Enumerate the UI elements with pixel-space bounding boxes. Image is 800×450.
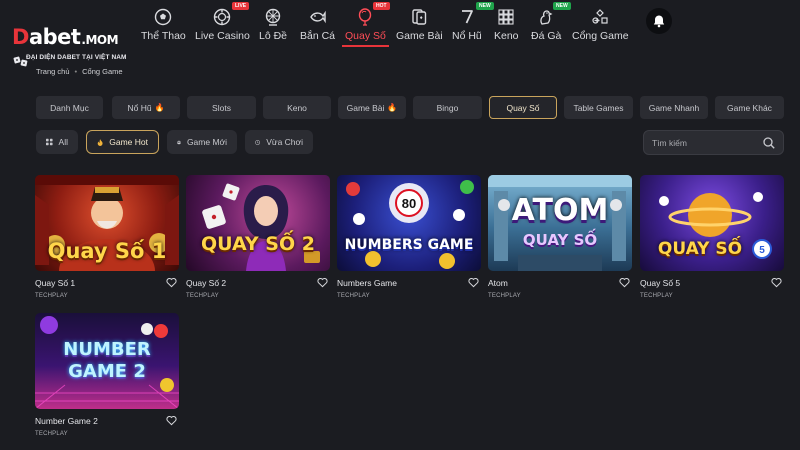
game-provider: TECHPLAY <box>640 293 673 299</box>
game-provider: TECHPLAY <box>35 293 68 299</box>
game-card: Quay Số 1 Quay Số 1 TECHPLAY <box>35 175 179 299</box>
gamepad-icon <box>592 9 608 24</box>
heart-icon[interactable] <box>317 277 328 288</box>
game-provider: TECHPLAY <box>35 431 68 437</box>
nav-item-cong-game[interactable]: Cổng Game <box>572 4 629 44</box>
svg-text:80: 80 <box>402 196 416 211</box>
game-thumbnail[interactable]: QUAY SỐ 2 <box>186 175 330 271</box>
notification-button[interactable] <box>646 8 672 34</box>
game-provider: TECHPLAY <box>186 293 219 299</box>
balloon-icon <box>359 8 372 26</box>
flame-icon <box>97 138 103 146</box>
nav-item-the-thao[interactable]: Thể Thao <box>141 4 186 44</box>
fire-icon: 🔥 <box>154 103 165 112</box>
slot-seven-icon <box>461 10 473 24</box>
game-art-subtitle: QUAY SỐ <box>522 231 598 249</box>
game-thumbnail[interactable]: Quay Số 1 <box>35 175 179 271</box>
game-thumbnail[interactable]: 80 NUMBERS GAME <box>337 175 481 271</box>
tab-slots[interactable]: Slots <box>187 96 256 119</box>
game-thumbnail[interactable]: 5 QUAY SỐ <box>640 175 784 271</box>
heart-icon[interactable] <box>771 277 782 288</box>
nav-item-no-hu[interactable]: NEW Nổ Hũ <box>452 2 494 44</box>
game-name[interactable]: Number Game 2 <box>35 416 98 426</box>
game-card: QUAY SỐ 2 Quay Số 2 TECHPLAY <box>186 175 330 299</box>
game-name[interactable]: Quay Số 2 <box>186 278 226 288</box>
tab-quay-so[interactable]: Quay Số <box>489 96 557 119</box>
nav-item-ban-ca[interactable]: Bắn Cá <box>300 4 335 44</box>
tab-keno[interactable]: Keno <box>263 96 331 119</box>
hot-badge: HOT <box>373 2 390 10</box>
filter-vua-choi[interactable]: Vừa Chơi <box>245 130 313 154</box>
tab-game-khac[interactable]: Game Khác <box>715 96 784 119</box>
filter-game-hot[interactable]: Game Hot <box>86 130 159 154</box>
nav-item-da-ga[interactable]: NEW Đá Gà <box>531 2 571 44</box>
new-badge: NEW <box>476 2 494 10</box>
new-badge: NEW <box>553 2 571 10</box>
heart-icon[interactable] <box>166 415 177 426</box>
nav-item-keno[interactable]: Keno <box>494 4 519 44</box>
tab-game-nhanh[interactable]: Game Nhanh <box>640 96 708 119</box>
game-card: ATOM QUAY SỐ Atom TECHPLAY <box>488 175 632 299</box>
game-art-title: Quay Số 1 <box>47 239 167 263</box>
soccer-ball-icon <box>155 8 172 26</box>
casino-chip-icon <box>214 8 231 26</box>
history-icon <box>255 139 261 145</box>
game-name[interactable]: Quay Số 5 <box>640 278 680 288</box>
breadcrumb-home[interactable]: Trang chủ <box>36 67 70 76</box>
game-provider: TECHPLAY <box>488 293 521 299</box>
nav-item-game-bai[interactable]: Game Bài <box>396 4 443 44</box>
game-art-title: QUAY SỐ 2 <box>201 233 315 255</box>
bingo-balls-art: 80 <box>346 180 474 269</box>
fish-icon <box>309 10 326 24</box>
breadcrumb-separator: • <box>74 67 78 76</box>
filter-all[interactable]: All <box>36 130 78 154</box>
tab-table-games[interactable]: Table Games <box>564 96 633 119</box>
live-badge: LIVE <box>232 2 250 10</box>
bell-icon <box>653 15 665 28</box>
main-nav: Thể Thao LIVE Live Casino Lô Đề Bắn Cá H… <box>0 0 800 47</box>
tab-game-bai[interactable]: Game Bài 🔥 <box>338 96 406 119</box>
game-art-title: ATOM <box>511 193 609 228</box>
tab-no-hu[interactable]: Nổ Hũ 🔥 <box>112 96 180 119</box>
game-card: NUMBER GAME 2 Number Game 2 TECHPLAY <box>35 313 179 437</box>
filter-game-moi[interactable]: NEW Game Mới <box>167 130 237 154</box>
search-box <box>643 130 784 155</box>
new-icon: NEW <box>177 140 181 144</box>
lottery-wheel-icon <box>265 8 281 26</box>
game-name[interactable]: Numbers Game <box>337 278 397 288</box>
tab-danh-muc[interactable]: Danh Mục <box>36 96 103 119</box>
breadcrumb-current: Cổng Game <box>82 67 123 76</box>
lady-and-dice-art <box>202 183 320 271</box>
cards-icon <box>412 9 427 25</box>
grid-icon <box>46 138 53 146</box>
game-thumbnail[interactable]: NUMBER GAME 2 <box>35 313 179 409</box>
game-provider: TECHPLAY <box>337 293 370 299</box>
fire-icon: 🔥 <box>387 103 398 112</box>
brand-tagline: ĐẠI DIỆN DABET TẠI VIỆT NAM <box>26 54 127 61</box>
keno-grid-icon <box>498 9 514 25</box>
game-thumbnail[interactable]: ATOM QUAY SỐ <box>488 175 632 271</box>
heart-icon[interactable] <box>166 277 177 288</box>
game-art-title: NUMBERS GAME <box>344 237 474 253</box>
category-tabs: Danh Mục Nổ Hũ 🔥 Slots Keno Game Bài 🔥 Bin… <box>36 96 784 119</box>
rooster-icon <box>540 10 553 25</box>
game-art-title: NUMBER GAME 2 <box>63 339 151 382</box>
breadcrumb: Trang chủ • Cổng Game <box>36 67 123 76</box>
search-icon[interactable] <box>763 136 775 149</box>
game-name[interactable]: Atom <box>488 278 508 288</box>
nav-item-quay-so[interactable]: HOT Quay Số <box>342 2 390 47</box>
game-art-title: QUAY SỐ <box>657 239 743 259</box>
game-name[interactable]: Quay Số 1 <box>35 278 75 288</box>
nav-item-lo-de[interactable]: Lô Đề <box>259 4 287 44</box>
game-card: 5 QUAY SỐ Quay Số 5 TECHPLAY <box>640 175 784 299</box>
nav-item-live-casino[interactable]: LIVE Live Casino <box>195 2 250 44</box>
search-input[interactable] <box>652 137 763 148</box>
game-card: 80 NUMBERS GAME Numbers Game TECHPLAY <box>337 175 481 299</box>
heart-icon[interactable] <box>468 277 479 288</box>
tab-bingo[interactable]: Bingo <box>413 96 482 119</box>
heart-icon[interactable] <box>619 277 630 288</box>
